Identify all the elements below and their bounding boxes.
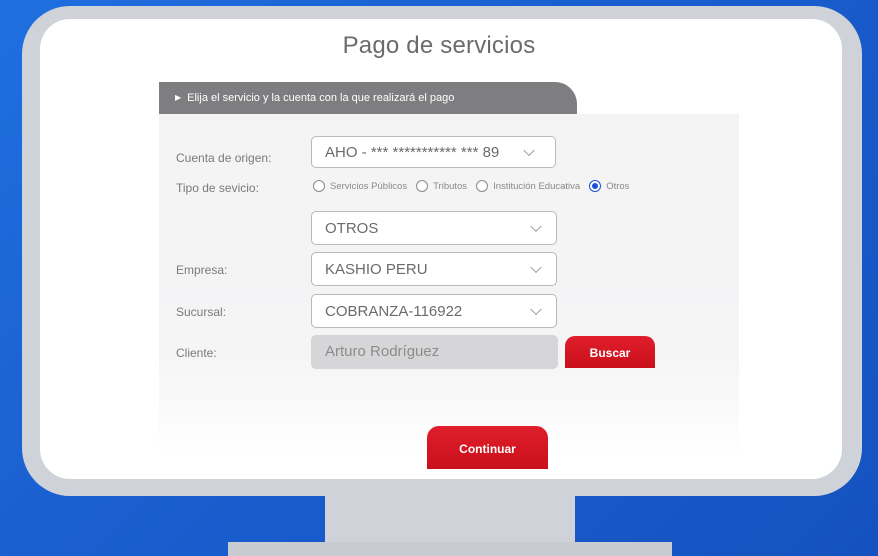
tipo-servicio-radio-group: Servicios Públicos Tributos Institución … [313, 180, 638, 192]
tipo-servicio-label: Tipo de sevicio: [176, 181, 259, 195]
cuenta-origen-label: Cuenta de origen: [176, 151, 272, 165]
cuenta-origen-select[interactable]: AHO - *** *********** *** 89 [311, 136, 556, 168]
radio-label: Institución Educativa [493, 180, 581, 192]
cuenta-origen-value: AHO - *** *********** *** 89 [325, 143, 500, 161]
monitor-stand-neck [325, 494, 575, 544]
radio-option-servicios-publicos[interactable]: Servicios Públicos [313, 180, 407, 192]
buscar-button[interactable]: Buscar [565, 336, 655, 368]
radio-button[interactable] [313, 180, 325, 192]
page-title: Pago de servicios [342, 32, 536, 59]
instruction-tab: ▶ Elija el servicio y la cuenta con la qu… [159, 82, 577, 114]
chevron-down-icon [523, 144, 535, 157]
chevron-down-icon [530, 303, 542, 316]
cliente-label: Cliente: [176, 346, 217, 360]
chevron-down-icon [530, 261, 542, 274]
tipo-servicio-select[interactable]: OTROS [311, 211, 557, 245]
empresa-label: Empresa: [176, 263, 228, 277]
radio-button[interactable] [416, 180, 429, 192]
radio-option-tributos[interactable]: Tributos [416, 180, 467, 192]
chevron-down-icon [530, 220, 542, 233]
monitor-stand-base [228, 542, 672, 556]
sucursal-value: COBRANZA-116922 [325, 302, 463, 320]
tipo-servicio-value: OTROS [325, 219, 379, 237]
sucursal-select[interactable]: COBRANZA-116922 [311, 294, 557, 328]
radio-label: Servicios Públicos [330, 180, 408, 192]
empresa-value: KASHIO PERU [325, 260, 428, 278]
radio-button-selected[interactable] [589, 180, 602, 192]
radio-option-otros[interactable]: Otros [589, 180, 629, 192]
caret-right-icon: ▶ [175, 93, 182, 102]
radio-option-institucion-educativa[interactable]: Institución Educativa [476, 180, 580, 192]
radio-label: Otros [606, 180, 630, 192]
empresa-select[interactable]: KASHIO PERU [311, 252, 557, 286]
radio-label: Tributos [433, 180, 468, 192]
sucursal-label: Sucursal: [176, 305, 227, 319]
radio-button[interactable] [476, 180, 489, 192]
instruction-text: Elija el servicio y la cuenta con la que… [187, 92, 455, 104]
continuar-button[interactable]: Continuar [427, 426, 548, 469]
cliente-field[interactable]: Arturo Rodríguez [311, 335, 558, 369]
